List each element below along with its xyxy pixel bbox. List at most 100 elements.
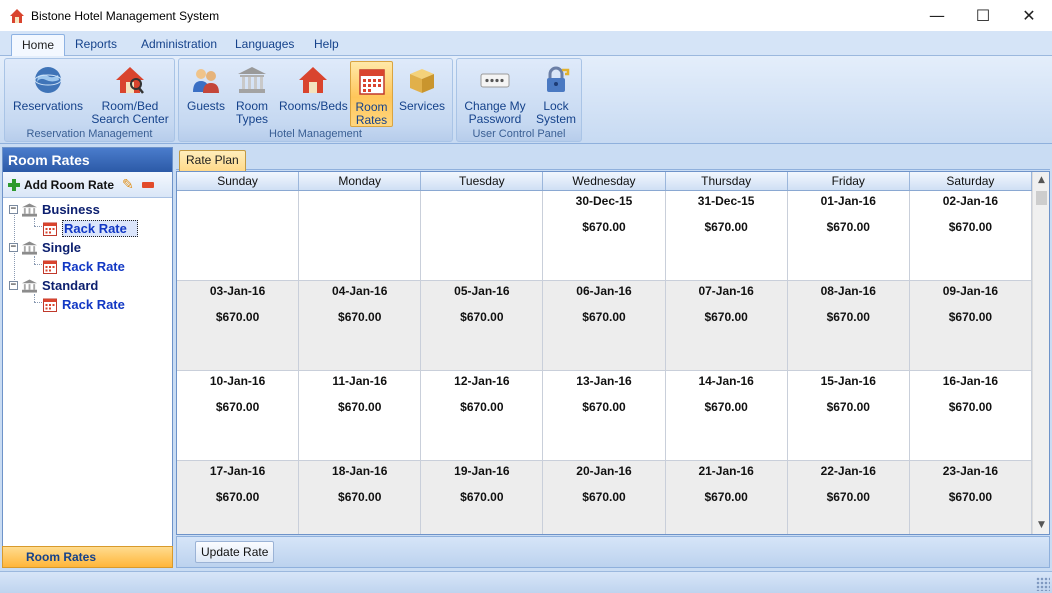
- calendar-day-cell[interactable]: [299, 191, 422, 280]
- scroll-up-arrow[interactable]: ▲: [1033, 172, 1049, 189]
- tree-item-rack-rate[interactable]: Rack Rate: [43, 219, 138, 238]
- services-button[interactable]: Services: [397, 61, 447, 127]
- cell-price: $670.00: [582, 490, 626, 504]
- calendar-day-cell[interactable]: 18-Jan-16 $670.00: [299, 461, 422, 534]
- plus-icon[interactable]: [8, 178, 20, 191]
- scroll-thumb[interactable]: [1036, 191, 1047, 205]
- services-label: Services: [398, 99, 445, 113]
- calendar-day-cell[interactable]: 23-Jan-16 $670.00: [909, 461, 1032, 534]
- calendar-day-cell[interactable]: 08-Jan-16 $670.00: [787, 281, 910, 370]
- tab-rate-plan[interactable]: Rate Plan: [179, 150, 246, 171]
- calendar-footer: Update Rate: [176, 536, 1050, 568]
- rooms-beds-button[interactable]: Rooms/Beds: [279, 61, 348, 127]
- window-title: Bistone Hotel Management System: [31, 8, 220, 23]
- calendar-day-cell[interactable]: 10-Jan-16 $670.00: [177, 371, 300, 460]
- pencil-icon[interactable]: ✎: [122, 176, 134, 193]
- calendar-day-cell[interactable]: 30-Dec-15 $670.00: [543, 191, 666, 280]
- tree-item-rack-rate[interactable]: Rack Rate: [43, 295, 125, 314]
- cell-price: $670.00: [704, 310, 748, 324]
- day-header: Sunday: [177, 172, 300, 190]
- calendar-day-cell[interactable]: 04-Jan-16 $670.00: [299, 281, 422, 370]
- calendar-day-cell[interactable]: 06-Jan-16 $670.00: [543, 281, 666, 370]
- room-bed-search-center-button[interactable]: Room/Bed Search Center: [89, 61, 171, 127]
- calendar-day-cell[interactable]: [421, 191, 544, 280]
- tree-item-label: Business: [42, 202, 100, 217]
- lock-system-button[interactable]: Lock System: [533, 61, 579, 127]
- cell-date: 04-Jan-16: [332, 284, 388, 298]
- vertical-scrollbar[interactable]: ▲ ▼: [1032, 172, 1049, 534]
- room-types-button[interactable]: Room Types: [231, 61, 273, 127]
- collapse-icon[interactable]: −: [9, 281, 18, 290]
- collapse-icon[interactable]: −: [9, 243, 18, 252]
- day-header: Monday: [299, 172, 422, 190]
- tree-item-single[interactable]: − Single: [9, 238, 81, 257]
- cell-date: 21-Jan-16: [698, 464, 754, 478]
- room-rates-nav-button[interactable]: Room Rates: [2, 546, 173, 568]
- house-icon: [299, 67, 327, 93]
- calendar-day-cell[interactable]: 07-Jan-16 $670.00: [665, 281, 788, 370]
- tab-languages[interactable]: Languages: [225, 34, 304, 56]
- calendar-day-cell[interactable]: 22-Jan-16 $670.00: [787, 461, 910, 534]
- rooms-beds-label: Rooms/Beds: [279, 99, 348, 113]
- calendar-day-cell[interactable]: 03-Jan-16 $670.00: [177, 281, 300, 370]
- tree-item-business[interactable]: − Business: [9, 200, 100, 219]
- building-icon: [22, 202, 37, 217]
- cell-price: $670.00: [215, 400, 260, 414]
- change-password-button[interactable]: Change My Password: [461, 61, 529, 127]
- tab-home[interactable]: Home: [11, 34, 66, 57]
- guests-button[interactable]: Guests: [183, 61, 229, 127]
- calendar-day-cell[interactable]: 21-Jan-16 $670.00: [665, 461, 788, 534]
- room-rates-button[interactable]: Room Rates: [350, 61, 393, 127]
- day-header: Wednesday: [543, 172, 666, 190]
- calendar-day-cell[interactable]: 17-Jan-16 $670.00: [177, 461, 300, 534]
- scroll-down-arrow[interactable]: ▼: [1033, 517, 1049, 534]
- change-password-label: Change My Password: [464, 99, 526, 126]
- cell-date: 23-Jan-16: [942, 464, 999, 478]
- tree-item-rack-rate[interactable]: Rack Rate: [43, 257, 125, 276]
- add-room-rate-button[interactable]: Add Room Rate: [24, 178, 114, 192]
- calendar-day-cell[interactable]: 20-Jan-16 $670.00: [543, 461, 666, 534]
- update-rate-button[interactable]: Update Rate: [195, 541, 275, 563]
- cell-date: 19-Jan-16: [454, 464, 510, 478]
- resize-grip[interactable]: [1036, 577, 1050, 591]
- tree-item-standard[interactable]: − Standard: [9, 276, 98, 295]
- calendar-day-cell[interactable]: 13-Jan-16 $670.00: [543, 371, 666, 460]
- cell-price: $670.00: [826, 490, 870, 504]
- calendar-day-cell[interactable]: 02-Jan-16 $670.00: [910, 191, 1032, 280]
- day-header: Thursday: [666, 172, 788, 190]
- reservations-button[interactable]: Reservations: [11, 61, 85, 127]
- calendar-day-cell[interactable]: 12-Jan-16 $670.00: [421, 371, 544, 460]
- panel-title: Room Rates: [3, 148, 172, 172]
- calendar-week-row: 10-Jan-16 $670.00 11-Jan-16 $670.00 12-Jan-1…: [177, 371, 1032, 461]
- cell-date: 11-Jan-16: [332, 374, 388, 388]
- calendar-day-cell[interactable]: 31-Dec-15 $670.00: [666, 191, 788, 280]
- calendar-day-cell[interactable]: 05-Jan-16 $670.00: [421, 281, 544, 370]
- calendar-day-cell[interactable]: 11-Jan-16 $670.00: [299, 371, 422, 460]
- cell-date: 16-Jan-16: [942, 374, 999, 388]
- calendar-day-cell[interactable]: 14-Jan-16 $670.00: [666, 371, 788, 460]
- cell-price: $670.00: [948, 310, 993, 324]
- calendar-header: Sunday Monday Tuesday Wednesday Thursday…: [177, 172, 1032, 191]
- maximize-button[interactable]: ☐: [960, 0, 1006, 31]
- tab-help[interactable]: Help: [304, 34, 349, 56]
- cell-price: $670.00: [215, 490, 260, 504]
- group-hotel-management: Guests Room Types Rooms/Beds Room Rates …: [178, 58, 453, 142]
- remove-icon[interactable]: [141, 181, 154, 188]
- tree-item-label: Rack Rate: [62, 297, 125, 312]
- calendar-day-cell[interactable]: 15-Jan-16 $670.00: [788, 371, 910, 460]
- calendar-day-cell[interactable]: 01-Jan-16 $670.00: [788, 191, 910, 280]
- calendar-week-row: 17-Jan-16 $670.00 18-Jan-16 $670.00 19-Jan-1…: [177, 461, 1032, 534]
- calendar-day-cell[interactable]: [177, 191, 300, 280]
- cell-price: $670.00: [704, 400, 748, 414]
- calendar-day-cell[interactable]: 09-Jan-16 $670.00: [909, 281, 1032, 370]
- lock-system-label: Lock System: [535, 99, 576, 126]
- tab-administration[interactable]: Administration: [131, 34, 227, 56]
- minimize-button[interactable]: —: [914, 0, 960, 31]
- calendar-day-cell[interactable]: 19-Jan-16 $670.00: [421, 461, 544, 534]
- calendar-day-cell[interactable]: 16-Jan-16 $670.00: [910, 371, 1032, 460]
- tab-reports[interactable]: Reports: [65, 34, 127, 56]
- close-button[interactable]: ✕: [1006, 0, 1052, 31]
- globe-icon: [34, 67, 62, 93]
- collapse-icon[interactable]: −: [9, 205, 18, 214]
- cell-price: $670.00: [582, 220, 626, 234]
